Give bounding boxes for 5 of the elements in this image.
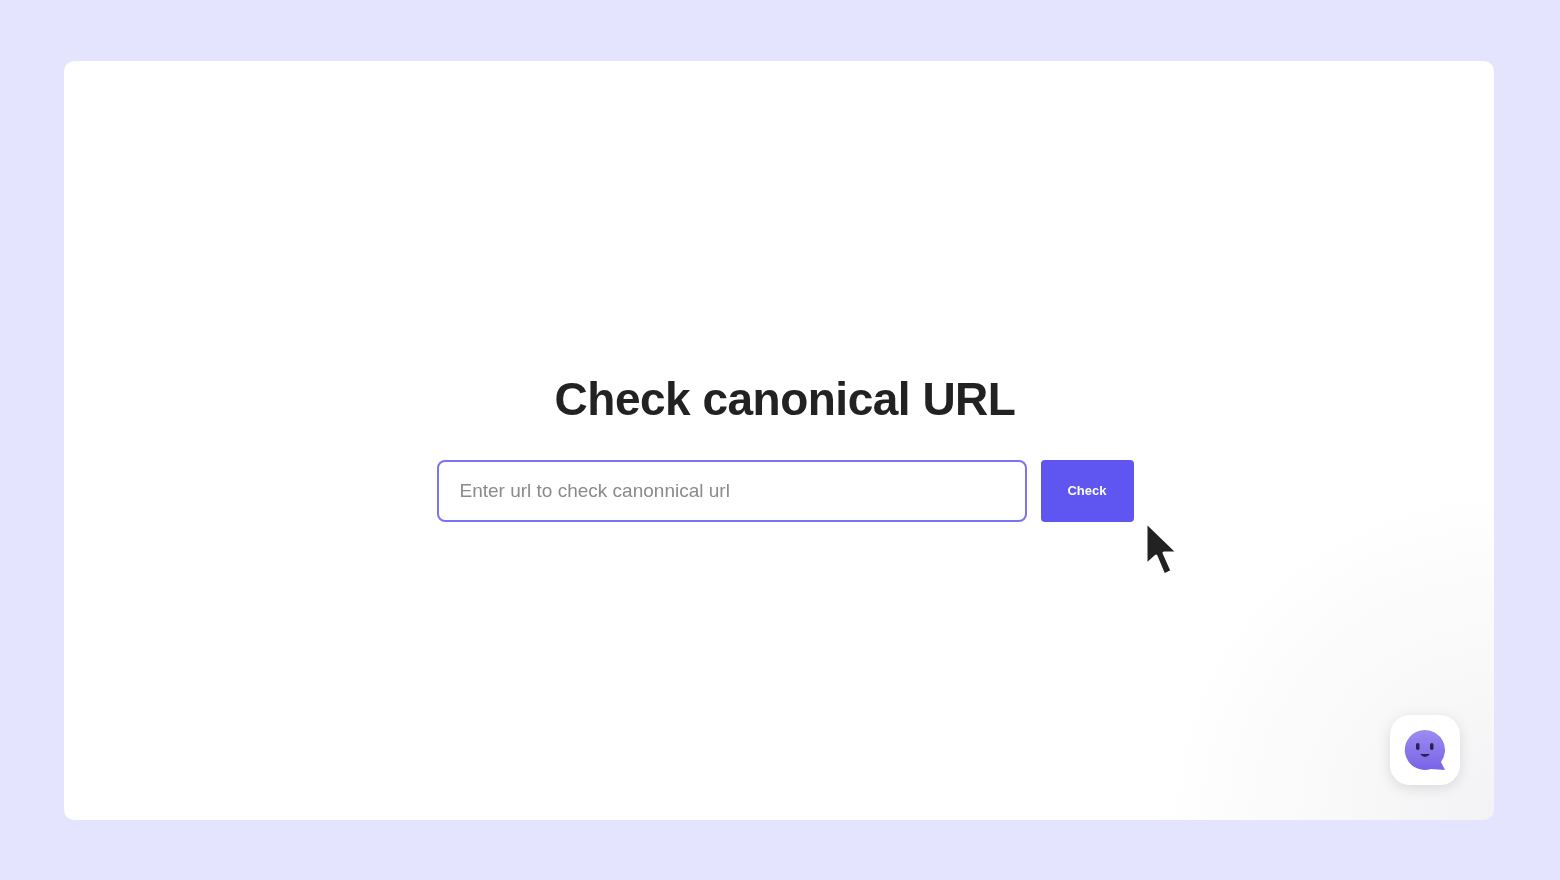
chat-face-icon [1403,728,1447,772]
page-title: Check canonical URL [554,371,1016,426]
check-button[interactable]: Check [1040,459,1134,522]
chat-button[interactable] [1390,715,1460,785]
url-input-field[interactable]: Enter url to check canonnical url [436,459,1027,522]
